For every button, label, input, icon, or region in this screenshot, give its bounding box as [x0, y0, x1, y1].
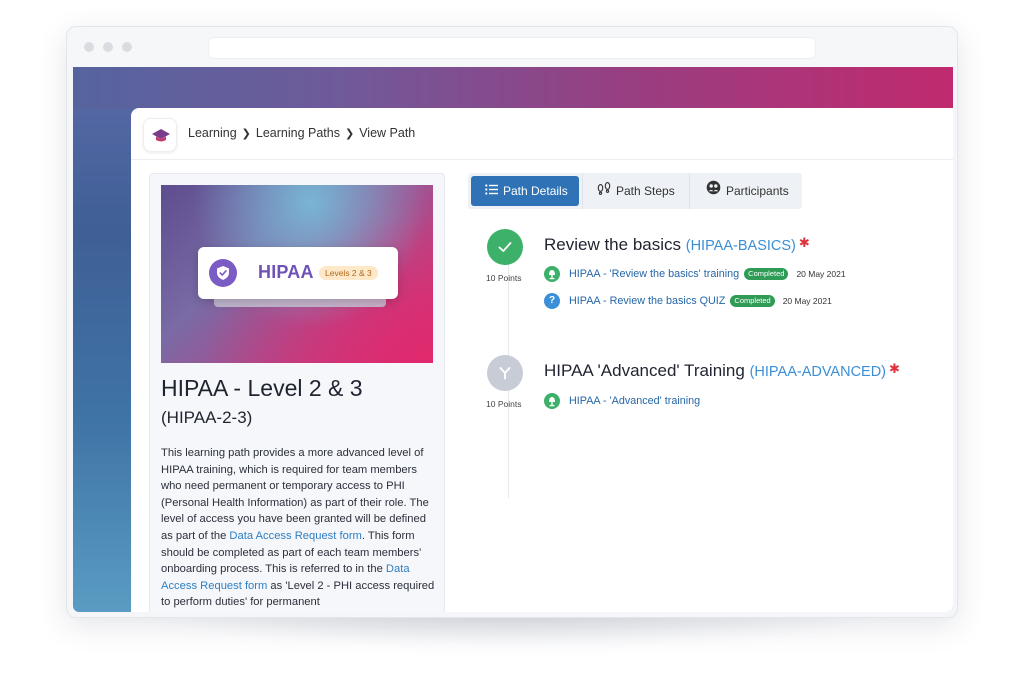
top-bar: Learning ❯ Learning Paths ❯ View Path: [131, 108, 953, 160]
chevron-right-icon: ❯: [241, 127, 251, 140]
step-code: (HIPAA-ADVANCED): [749, 364, 887, 380]
path-banner-image: HIPAA Levels 2 & 3: [161, 185, 433, 363]
footsteps-icon: [597, 176, 611, 206]
shield-check-icon: [209, 259, 237, 287]
window-close-dot[interactable]: [84, 42, 94, 52]
tab-label: Participants: [726, 184, 789, 198]
step-item[interactable]: HIPAA - 'Advanced' training: [544, 393, 700, 409]
path-summary-card: HIPAA Levels 2 & 3 HIPAA - Level 2 & 3 (…: [149, 173, 445, 612]
step-title-text: Review the basics: [544, 235, 682, 254]
branch-icon: [487, 355, 523, 391]
badge-name: HIPAA: [258, 262, 314, 282]
window-zoom-dot[interactable]: [122, 42, 132, 52]
tab-path-details[interactable]: Path Details: [471, 176, 579, 206]
tab-label: Path Steps: [616, 184, 675, 198]
status-badge: Completed: [730, 295, 775, 307]
step-completed-icon: [487, 229, 523, 265]
badge-level-pill: Levels 2 & 3: [319, 266, 378, 280]
status-badge: Completed: [744, 268, 789, 280]
breadcrumb-learning[interactable]: Learning: [188, 126, 237, 140]
browser-titlebar: [67, 27, 957, 67]
step-item[interactable]: ? HIPAA - Review the basics QUIZ Complet…: [544, 293, 832, 309]
path-badge: HIPAA Levels 2 & 3: [198, 247, 398, 299]
path-code: (HIPAA-2-3): [161, 408, 253, 427]
description-text: This learning path provides a more advan…: [161, 447, 429, 542]
completion-date: 20 May 2021: [796, 269, 846, 279]
step-points: 10 Points: [486, 273, 522, 283]
step-title[interactable]: Review the basics (HIPAA-BASICS) ✱: [544, 235, 810, 255]
item-link[interactable]: HIPAA - Review the basics QUIZ: [569, 295, 725, 307]
breadcrumb-learning-paths[interactable]: Learning Paths: [256, 126, 340, 140]
list-icon: [485, 176, 498, 206]
window-minimize-dot[interactable]: [103, 42, 113, 52]
step-title-text: HIPAA 'Advanced' Training: [544, 361, 745, 380]
required-asterisk-icon: ✱: [889, 361, 900, 376]
completion-date: 20 May 2021: [782, 296, 832, 306]
graduation-cap-icon: [152, 129, 170, 142]
path-tabs: Path Details Path Steps Participants: [468, 173, 802, 209]
chevron-right-icon: ❯: [344, 127, 355, 140]
path-title: HIPAA - Level 2 & 3: [161, 375, 363, 401]
breadcrumb-view-path: View Path: [359, 126, 416, 140]
path-description: This learning path provides a more advan…: [161, 445, 437, 611]
step-item[interactable]: HIPAA - 'Review the basics' training Com…: [544, 266, 846, 282]
tab-path-steps[interactable]: Path Steps: [583, 176, 689, 206]
quiz-question-icon: ?: [544, 293, 560, 309]
step-title[interactable]: HIPAA 'Advanced' Training (HIPAA-ADVANCE…: [544, 361, 900, 381]
people-icon: [706, 176, 721, 206]
learning-app-logo[interactable]: [143, 118, 177, 152]
tab-label: Path Details: [503, 184, 568, 198]
training-lamp-icon: [544, 393, 560, 409]
data-access-request-link[interactable]: Data Access Request form: [229, 530, 361, 542]
tab-participants[interactable]: Participants: [690, 176, 800, 206]
item-link[interactable]: HIPAA - 'Advanced' training: [569, 395, 700, 407]
step-code: (HIPAA-BASICS): [685, 238, 796, 254]
breadcrumb: Learning ❯ Learning Paths ❯ View Path: [188, 126, 415, 140]
page-viewport: Learning ❯ Learning Paths ❯ View Path HI…: [73, 67, 953, 612]
browser-window: Learning ❯ Learning Paths ❯ View Path HI…: [66, 26, 958, 618]
app-panel: Learning ❯ Learning Paths ❯ View Path HI…: [131, 108, 953, 612]
header-gradient: [73, 67, 953, 109]
address-bar[interactable]: [208, 37, 816, 59]
training-lamp-icon: [544, 266, 560, 282]
item-link[interactable]: HIPAA - 'Review the basics' training: [569, 268, 739, 280]
required-asterisk-icon: ✱: [798, 235, 810, 250]
step-points: 10 Points: [486, 399, 522, 409]
